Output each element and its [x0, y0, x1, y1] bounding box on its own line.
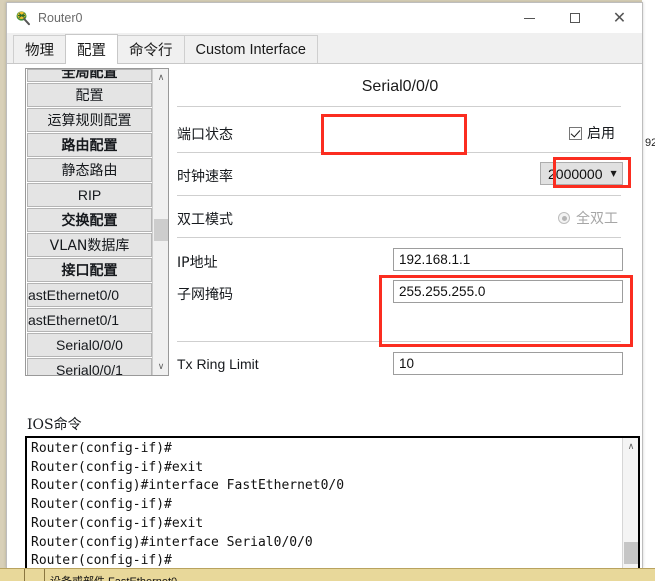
sidebar-item-label: Serial0/0/1	[56, 362, 123, 375]
duplex-full-radio[interactable]: 全双工	[558, 208, 618, 228]
background-taskbar-text: 设备或部件 FastEthernet0	[50, 573, 177, 581]
tx-ring-limit-row: Tx Ring Limit 10	[177, 352, 623, 378]
ios-command-label: IOS命令	[27, 417, 82, 433]
sidebar-item-label: astEthernet0/1	[28, 312, 120, 328]
interface-title: Serial0/0/0	[361, 78, 439, 95]
duplex-mode-label: 双工模式	[177, 212, 233, 228]
chevron-down-icon: ▼	[610, 169, 617, 178]
divider	[177, 106, 621, 107]
maximize-icon	[569, 13, 580, 23]
window-titlebar[interactable]: Router0 ✕	[7, 3, 642, 33]
clock-rate-label: 时钟速率	[177, 169, 233, 185]
sidebar-scrollbar-thumb[interactable]	[154, 219, 168, 241]
duplex-full-label: 全双工	[576, 211, 618, 227]
scroll-down-icon[interactable]: ∨	[153, 358, 168, 375]
sidebar-item-label: astEthernet0/0	[28, 287, 120, 303]
sidebar-item-vlan-database[interactable]: VLAN数据库	[27, 233, 152, 257]
window-body: 全局配置 配置 运算规则配置 路由配置 静态路由 RIP 交换配置 VLAN数据…	[7, 64, 642, 581]
subnet-mask-input[interactable]: 255.255.255.0	[393, 280, 623, 303]
sidebar-item-label: 全局配置	[61, 69, 118, 81]
port-status-row: 端口状态 启用	[177, 120, 623, 146]
sidebar-scrollbar[interactable]: ∧ ∨	[152, 69, 168, 375]
tab-config[interactable]: 配置	[65, 34, 118, 64]
ip-address-label: IP地址	[177, 255, 218, 271]
sidebar-item-label: 静态路由	[61, 163, 118, 179]
sidebar-item-static-routing[interactable]: 静态路由	[27, 158, 152, 182]
clock-rate-row: 时钟速率 2000000 ▼	[177, 162, 623, 188]
subnet-mask-label: 子网掩码	[177, 287, 233, 303]
port-status-checkbox[interactable]: 启用	[569, 123, 615, 143]
sidebar-item-settings[interactable]: 配置	[27, 83, 152, 107]
checkbox-icon	[569, 126, 582, 140]
tx-ring-limit-input[interactable]: 10	[393, 352, 623, 375]
config-tree-items: 全局配置 配置 运算规则配置 路由配置 静态路由 RIP 交换配置 VLAN数据…	[26, 69, 153, 375]
background-text: 92	[645, 137, 655, 149]
divider	[177, 195, 621, 196]
minimize-button[interactable]	[507, 3, 552, 33]
sidebar-item-routing-config[interactable]: 路由配置	[27, 133, 152, 157]
divider	[177, 152, 621, 153]
sidebar-item-switching-config[interactable]: 交换配置	[27, 208, 152, 232]
window-controls: ✕	[507, 3, 642, 33]
sidebar-item-label: VLAN数据库	[49, 238, 130, 254]
tabbar: 物理 配置 命令行 Custom Interface	[7, 33, 642, 64]
divider	[177, 341, 621, 342]
sidebar-item-label: 配置	[75, 88, 104, 104]
sidebar-item-serial0-0-1[interactable]: Serial0/0/1	[27, 358, 152, 375]
divider	[177, 237, 621, 238]
subnet-mask-row: 子网掩码 255.255.255.0	[177, 280, 623, 306]
background-app-area	[642, 0, 655, 570]
clock-rate-select[interactable]: 2000000 ▼	[540, 162, 623, 185]
ip-address-row: IP地址 192.168.1.1	[177, 248, 623, 274]
tx-ring-limit-label: Tx Ring Limit	[177, 356, 259, 372]
duplex-mode-row: 双工模式 全双工	[177, 206, 623, 230]
interface-settings-panel: Serial0/0/0 端口状态 启用 时钟速率 2000000 ▼ 双工模式 …	[175, 64, 625, 384]
sidebar-item-label: 路由配置	[61, 138, 118, 154]
sidebar-item-label: Serial0/0/0	[56, 337, 123, 353]
port-status-checkbox-label: 启用	[587, 126, 615, 142]
ios-command-console[interactable]: Router(config-if)# Router(config-if)#exi…	[25, 436, 640, 581]
screen-root: 92 Router0 ✕ 物理 配置 命令行 Custom Interface …	[0, 0, 655, 581]
radio-selected-icon	[558, 212, 570, 224]
ip-address-value: 192.168.1.1	[399, 252, 471, 267]
sidebar-item-fastethernet0-1[interactable]: astEthernet0/1	[27, 308, 152, 332]
tab-cli[interactable]: 命令行	[117, 35, 185, 63]
close-button[interactable]: ✕	[597, 3, 642, 33]
sidebar-item-label: 运算规则配置	[47, 113, 132, 129]
console-scrollbar[interactable]: ∧ ∨	[622, 438, 638, 581]
sidebar-item-interface-config[interactable]: 接口配置	[27, 258, 152, 282]
sidebar-item-label: 接口配置	[61, 263, 118, 279]
sidebar-item-label: RIP	[77, 187, 102, 203]
sidebar-item-fastethernet0-0[interactable]: astEthernet0/0	[27, 283, 152, 307]
scroll-up-icon[interactable]: ∧	[623, 438, 638, 455]
tab-physical[interactable]: 物理	[13, 35, 66, 63]
sidebar-item-algorithm-settings[interactable]: 运算规则配置	[27, 108, 152, 132]
console-output: Router(config-if)# Router(config-if)#exi…	[31, 441, 345, 569]
background-taskbar: 设备或部件 FastEthernet0	[0, 568, 655, 581]
config-tree-list: 全局配置 配置 运算规则配置 路由配置 静态路由 RIP 交换配置 VLAN数据…	[25, 68, 169, 376]
maximize-button[interactable]	[552, 3, 597, 33]
sidebar-item-rip[interactable]: RIP	[27, 183, 152, 207]
close-icon: ✕	[612, 8, 627, 27]
subnet-mask-value: 255.255.255.0	[399, 284, 486, 299]
sidebar-item-label: 交换配置	[61, 213, 118, 229]
window-title: Router0	[38, 11, 83, 25]
tab-custom-interface[interactable]: Custom Interface	[183, 35, 318, 63]
router-config-window: Router0 ✕ 物理 配置 命令行 Custom Interface 全局配…	[6, 2, 643, 581]
sidebar-item-global-config[interactable]: 全局配置	[27, 69, 152, 82]
sidebar-item-serial0-0-0[interactable]: Serial0/0/0	[27, 333, 152, 357]
router-icon	[15, 10, 31, 26]
clock-rate-value: 2000000	[548, 165, 603, 182]
console-scrollbar-thumb[interactable]	[624, 542, 638, 564]
ip-address-input[interactable]: 192.168.1.1	[393, 248, 623, 271]
scroll-up-icon[interactable]: ∧	[153, 69, 168, 86]
tx-ring-limit-value: 10	[399, 356, 415, 371]
port-status-label: 端口状态	[177, 127, 233, 143]
minimize-icon	[524, 17, 535, 19]
